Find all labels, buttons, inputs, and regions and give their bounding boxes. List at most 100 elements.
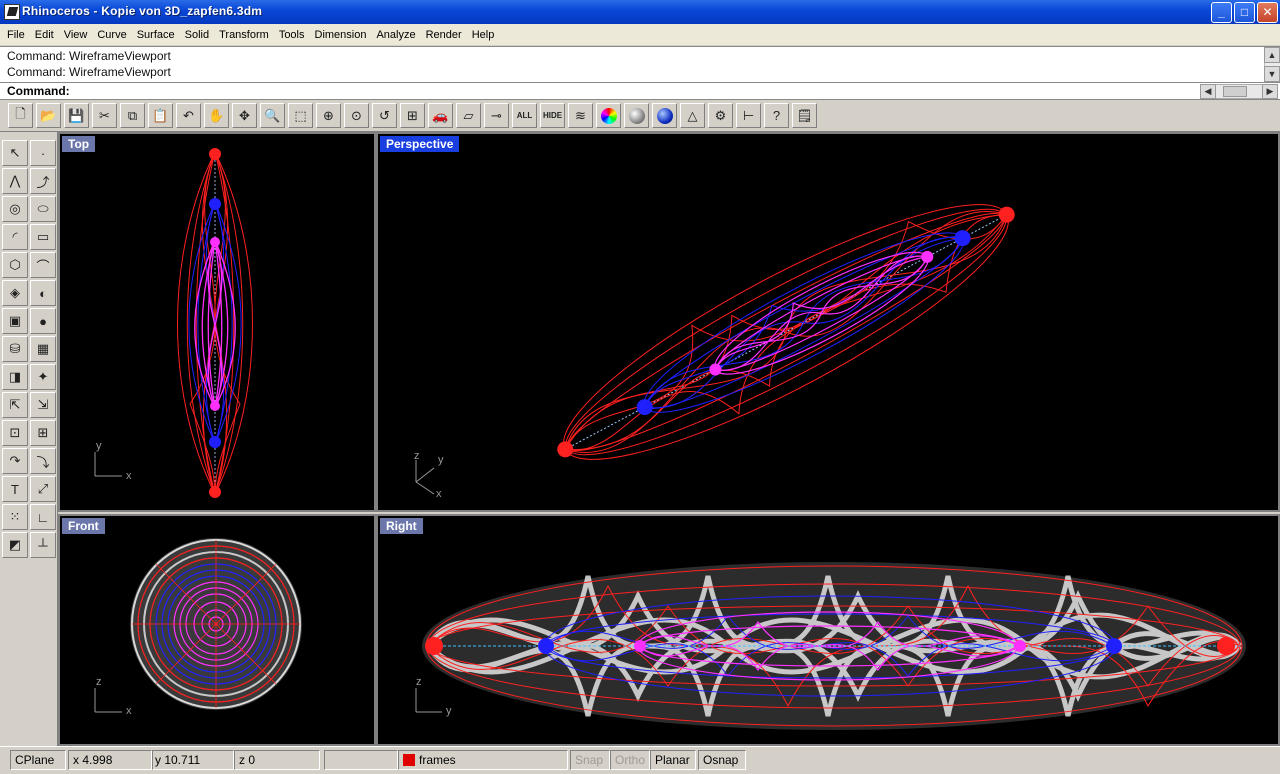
current-layer[interactable]: frames bbox=[398, 750, 568, 770]
scroll-left-icon[interactable]: ◀ bbox=[1200, 84, 1216, 99]
viewport-front[interactable]: Front z x bbox=[58, 514, 376, 746]
minimize-button[interactable]: _ bbox=[1211, 2, 1232, 23]
menu-file[interactable]: File bbox=[2, 29, 30, 41]
scroll-down-icon[interactable]: ▼ bbox=[1264, 66, 1280, 82]
bend-icon[interactable]: ⤵ bbox=[30, 448, 56, 474]
explode-icon[interactable]: ◨ bbox=[2, 364, 28, 390]
menu-solid[interactable]: Solid bbox=[180, 29, 214, 41]
rhino-app-icon[interactable] bbox=[4, 4, 20, 20]
distance-icon[interactable]: ⊢ bbox=[736, 103, 761, 128]
command-history-scrollbar[interactable]: ▲ ▼ bbox=[1264, 47, 1280, 83]
status-message-area bbox=[748, 750, 1168, 770]
scale-icon[interactable]: ⊡ bbox=[2, 420, 28, 446]
scroll-up-icon[interactable]: ▲ bbox=[1264, 47, 1280, 63]
zoom-dynamic-icon[interactable]: 🔍 bbox=[260, 103, 285, 128]
menu-surface[interactable]: Surface bbox=[132, 29, 180, 41]
menu-view[interactable]: View bbox=[59, 29, 93, 41]
properties-icon[interactable]: 🗒 bbox=[792, 103, 817, 128]
zoom-extents-icon[interactable]: ⊕ bbox=[316, 103, 341, 128]
fillet-curve-icon[interactable]: ⌒ bbox=[30, 252, 56, 278]
rotate-icon[interactable]: ↷ bbox=[2, 448, 28, 474]
polyline-icon[interactable]: ⋀ bbox=[2, 168, 28, 194]
menu-edit[interactable]: Edit bbox=[30, 29, 59, 41]
command-history-line: Command: WireframeViewport bbox=[7, 49, 171, 63]
save-icon[interactable]: 💾 bbox=[64, 103, 89, 128]
command-line-scrollbar[interactable]: ◀ ▶ bbox=[1200, 84, 1278, 99]
text-icon[interactable]: T bbox=[2, 476, 28, 502]
hide-button[interactable]: HIDE bbox=[540, 103, 565, 128]
ellipse-icon[interactable]: ⬭ bbox=[30, 196, 56, 222]
menu-help[interactable]: Help bbox=[467, 29, 500, 41]
shaded-sphere-icon[interactable] bbox=[624, 103, 649, 128]
snap-toggle[interactable]: Snap bbox=[570, 750, 610, 770]
scroll-thumb[interactable] bbox=[1223, 86, 1247, 97]
new-file-icon[interactable]: 🗋 bbox=[8, 103, 33, 128]
dimension-icon[interactable]: ⤢ bbox=[30, 476, 56, 502]
four-viewports-icon[interactable]: ⊞ bbox=[400, 103, 425, 128]
zoom-window-icon[interactable]: ⬚ bbox=[288, 103, 313, 128]
select-all-button[interactable]: ALL bbox=[512, 103, 537, 128]
axis-label-z: z bbox=[416, 676, 422, 688]
viewport-top[interactable]: Top y x bbox=[58, 132, 376, 512]
move-icon[interactable]: ⇱ bbox=[2, 392, 28, 418]
circle-icon[interactable]: ◎ bbox=[2, 196, 28, 222]
menu-transform[interactable]: Transform bbox=[214, 29, 274, 41]
surface-corner-icon[interactable]: ◈ bbox=[2, 280, 28, 306]
gears-icon[interactable]: ⚙ bbox=[708, 103, 733, 128]
help-icon[interactable]: ? bbox=[764, 103, 789, 128]
zoom-selected-icon[interactable]: ⊙ bbox=[344, 103, 369, 128]
scroll-right-icon[interactable]: ▶ bbox=[1262, 84, 1278, 99]
rectangle-icon[interactable]: ▭ bbox=[30, 224, 56, 250]
planar-toggle[interactable]: Planar bbox=[650, 750, 696, 770]
undo-view-icon[interactable]: ↺ bbox=[372, 103, 397, 128]
viewport-right[interactable]: Right z y bbox=[376, 514, 1280, 746]
cylinder-solid-icon[interactable]: ⛁ bbox=[2, 336, 28, 362]
maximize-button[interactable]: □ bbox=[1234, 2, 1255, 23]
close-button[interactable]: ✕ bbox=[1257, 2, 1278, 23]
rendered-sphere-icon[interactable] bbox=[652, 103, 677, 128]
layer-name: frames bbox=[419, 753, 456, 767]
point-icon[interactable]: · bbox=[30, 140, 56, 166]
undo-icon[interactable]: ↶ bbox=[176, 103, 201, 128]
mesh-icon[interactable]: ▦ bbox=[30, 336, 56, 362]
osnap-toggle[interactable]: Osnap bbox=[698, 750, 746, 770]
cplane-status[interactable]: CPlane bbox=[10, 750, 66, 770]
rotate-view-icon[interactable]: ✥ bbox=[232, 103, 257, 128]
ortho-toggle[interactable]: Ortho bbox=[610, 750, 650, 770]
pan-hand-icon[interactable]: ✋ bbox=[204, 103, 229, 128]
menu-tools[interactable]: Tools bbox=[274, 29, 310, 41]
polygon-icon[interactable]: ⬡ bbox=[2, 252, 28, 278]
copy-transform-icon[interactable]: ⇲ bbox=[30, 392, 56, 418]
paste-icon[interactable]: 📋 bbox=[148, 103, 173, 128]
select-arrow-icon[interactable]: ↖ bbox=[2, 140, 28, 166]
sphere-solid-icon[interactable]: ● bbox=[30, 308, 56, 334]
spotlight-icon[interactable]: △ bbox=[680, 103, 705, 128]
layers-stack-icon[interactable]: ≋ bbox=[568, 103, 593, 128]
menu-render[interactable]: Render bbox=[421, 29, 467, 41]
menu-dimension[interactable]: Dimension bbox=[310, 29, 372, 41]
curve-icon[interactable]: ⤴ bbox=[30, 168, 56, 194]
cplane-icon[interactable]: ◩ bbox=[2, 532, 28, 558]
open-folder-icon[interactable]: 📂 bbox=[36, 103, 61, 128]
command-line[interactable]: Command: ◀ ▶ bbox=[0, 82, 1280, 100]
right-view-drawing bbox=[415, 562, 1246, 730]
cut-icon[interactable]: ✂ bbox=[92, 103, 117, 128]
color-wheel-icon[interactable] bbox=[596, 103, 621, 128]
command-history[interactable]: Command: WireframeViewport Command: Wire… bbox=[0, 46, 1280, 83]
layer-icon[interactable]: ▱ bbox=[456, 103, 481, 128]
select-filter-icon[interactable]: ⊸ bbox=[484, 103, 509, 128]
array-icon[interactable]: ⊞ bbox=[30, 420, 56, 446]
axis-label-y: y bbox=[446, 705, 452, 717]
car-object-icon[interactable]: 🚗 bbox=[428, 103, 453, 128]
ruler-icon[interactable]: ┴ bbox=[30, 532, 56, 558]
angle-icon[interactable]: ∟ bbox=[30, 504, 56, 530]
box-solid-icon[interactable]: ▣ bbox=[2, 308, 28, 334]
copy-icon[interactable]: ⧉ bbox=[120, 103, 145, 128]
arc-icon[interactable]: ◜ bbox=[2, 224, 28, 250]
split-icon[interactable]: ✦ bbox=[30, 364, 56, 390]
surface-edge-icon[interactable]: ◐ bbox=[30, 280, 56, 306]
menu-analyze[interactable]: Analyze bbox=[371, 29, 420, 41]
menu-curve[interactable]: Curve bbox=[92, 29, 131, 41]
viewport-perspective[interactable]: Perspective z y x bbox=[376, 132, 1280, 512]
grid-points-icon[interactable]: ⁙ bbox=[2, 504, 28, 530]
